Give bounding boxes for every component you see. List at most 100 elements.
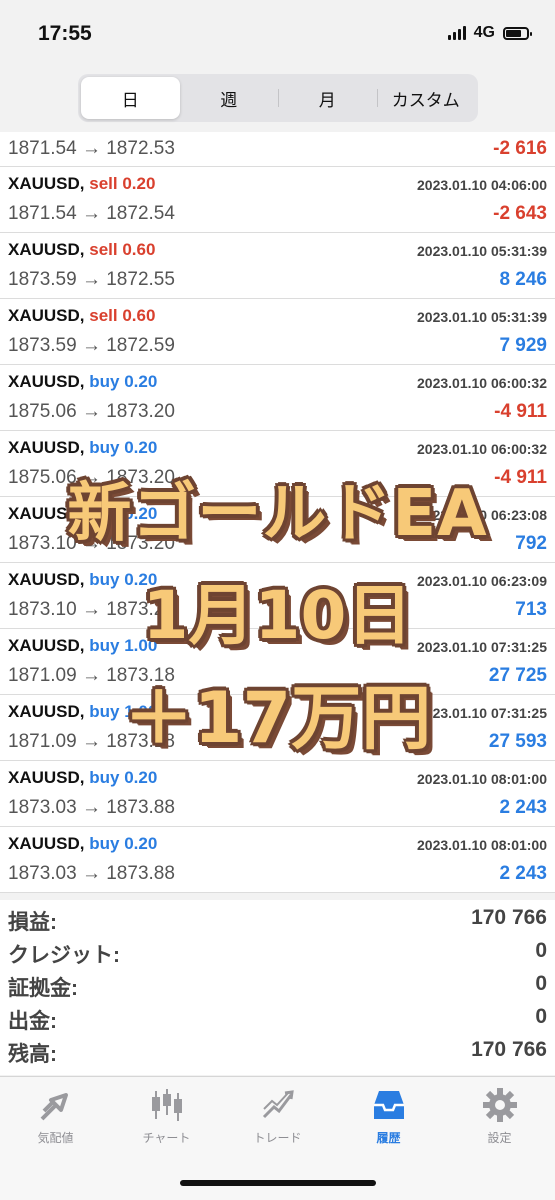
summary-value: 170 766 [471,1038,547,1061]
list-item-partial[interactable]: 1871.54 → 1872.53 -2 616 [0,132,555,167]
deal-symbol: XAUUSD, [8,240,85,259]
status-bar: 17:55 4G [0,0,555,70]
deal-title: XAUUSD, buy 0.20 [8,504,157,524]
list-item[interactable]: XAUUSD, buy 0.20 2023.01.10 06:23:09 1873.… [0,563,555,629]
tab-label: 気配値 [37,1131,74,1145]
deal-pnl: 27 725 [488,665,547,686]
summary-label: 損益: [8,911,57,934]
deal-side: sell 0.20 [89,174,156,193]
tab-trade[interactable]: トレード [222,1085,333,1146]
deal-title: XAUUSD, buy 0.20 [8,372,157,392]
deal-pnl: 2 243 [499,863,547,884]
summary-row: 出金: 0 [0,1003,555,1035]
list-item[interactable]: XAUUSD, sell 0.20 2023.01.10 04:06:00 1871… [0,167,555,233]
list-item[interactable]: XAUUSD, sell 0.60 2023.01.10 05:31:39 1873… [0,233,555,299]
deal-title: XAUUSD, buy 0.20 [8,768,157,788]
quotes-arrows-icon [40,1093,68,1121]
deal-pnl: 2 243 [499,797,547,818]
account-summary: 損益: 170 766 クレジット: 0 証拠金: 0 出金: 0 残高: 170 766 [0,900,555,1075]
list-item[interactable]: XAUUSD, buy 0.20 2023.01.10 06:23:08 1873.… [0,497,555,563]
deal-prices: 1871.09 → 1873.18 [8,665,175,686]
deal-title: XAUUSD, buy 0.20 [8,834,157,854]
list-item[interactable]: XAUUSD, buy 0.20 2023.01.10 08:01:00 1873.… [0,827,555,893]
list-item[interactable]: XAUUSD, buy 1.00 2023.01.10 07:31:25 1871.… [0,695,555,761]
summary-label: クレジット: [8,944,120,967]
summary-value: 0 [535,972,547,995]
deal-symbol: XAUUSD, [8,504,85,523]
tab-custom[interactable]: カスタム [376,77,476,119]
summary-row: クレジット: 0 [0,937,555,969]
deal-prices: 1873.10 → 1873.20 [8,533,175,554]
summary-value: 170 766 [471,906,547,929]
period-segmented-control: 日 週 月 カスタム [78,74,478,122]
list-item[interactable]: XAUUSD, buy 0.20 2023.01.10 08:01:00 1873.… [0,761,555,827]
tab-history[interactable]: 履歴 [333,1085,444,1146]
deal-prices: 1871.09 → 1873.18 [8,731,175,752]
deal-title: XAUUSD, buy 1.00 [8,636,157,656]
list-item[interactable]: XAUUSD, buy 1.00 2023.01.10 07:31:25 1871.… [0,629,555,695]
summary-label: 残高: [8,1043,57,1066]
deal-datetime: 2023.01.10 07:31:25 [417,705,547,721]
deal-side: buy 0.20 [89,504,158,523]
deal-symbol: XAUUSD, [8,570,85,589]
deal-pnl: -2 616 [493,138,547,159]
deal-symbol: XAUUSD, [8,702,85,721]
deal-datetime: 2023.01.10 06:23:08 [417,507,547,523]
list-item[interactable]: XAUUSD, buy 0.20 2023.01.10 06:00:32 1875.… [0,365,555,431]
deal-title: XAUUSD, sell 0.60 [8,306,155,326]
tab-label: 設定 [487,1131,512,1145]
deal-side: buy 0.20 [89,768,158,787]
deal-datetime: 2023.01.10 06:23:09 [417,573,547,589]
deal-title: XAUUSD, buy 1.00 [8,702,157,722]
tab-quotes[interactable]: 気配値 [0,1085,111,1146]
candlestick-chart-icon [151,1089,182,1121]
list-item[interactable]: XAUUSD, buy 0.20 2023.01.10 06:00:32 1875.… [0,431,555,497]
status-time: 17:55 [38,22,92,45]
deal-datetime: 2023.01.10 04:06:00 [417,177,547,193]
deal-prices: 1873.03 → 1873.88 [8,797,175,818]
deal-datetime: 2023.01.10 06:00:32 [417,375,547,391]
deal-list: 1871.54 → 1872.53 -2 616 XAUUSD, sell 0.… [0,132,555,893]
deal-symbol: XAUUSD, [8,174,85,193]
tab-week[interactable]: 週 [180,77,279,119]
tab-settings[interactable]: 設定 [444,1085,555,1146]
deal-datetime: 2023.01.10 08:01:00 [417,837,547,853]
tab-day[interactable]: 日 [81,77,180,119]
deal-prices: 1875.06 → 1873.20 [8,401,175,422]
deal-pnl: 8 246 [499,269,547,290]
home-indicator[interactable] [180,1180,376,1186]
deal-side: buy 1.00 [89,702,158,721]
deal-pnl: -2 643 [493,203,547,224]
deal-side: buy 0.20 [89,372,158,391]
list-item[interactable]: XAUUSD, sell 0.60 2023.01.10 05:31:39 1873… [0,299,555,365]
trade-chart-icon [262,1090,294,1119]
deal-prices: 1873.59 → 1872.55 [8,269,175,290]
signal-icon [447,26,466,40]
history-inbox-icon [373,1091,404,1119]
deal-title: XAUUSD, sell 0.60 [8,240,155,260]
deal-pnl: 27 593 [488,731,547,752]
deal-datetime: 2023.01.10 08:01:00 [417,771,547,787]
tab-month[interactable]: 月 [278,77,377,119]
deal-side: sell 0.60 [89,306,156,325]
deal-symbol: XAUUSD, [8,636,85,655]
deal-pnl: -4 911 [494,467,547,488]
tab-label: トレード [253,1131,302,1145]
network-label: 4G [473,24,495,41]
summary-row: 残高: 170 766 [0,1036,555,1068]
deal-side: buy 0.20 [89,570,158,589]
deal-symbol: XAUUSD, [8,438,85,457]
deal-symbol: XAUUSD, [8,372,85,391]
deal-prices: 1871.54 → 1872.53 [8,138,175,159]
tab-label: 履歴 [376,1131,401,1145]
battery-icon [503,26,532,40]
tab-label: チャート [142,1131,191,1145]
deal-title: XAUUSD, sell 0.20 [8,174,155,194]
deal-symbol: XAUUSD, [8,834,85,853]
tab-chart[interactable]: チャート [111,1085,222,1146]
summary-row: 損益: 170 766 [0,904,555,936]
deal-prices: 1873.10 → 1873.20 [8,599,175,620]
deal-datetime: 2023.01.10 07:31:25 [417,639,547,655]
deal-pnl: 792 [515,533,547,554]
deal-datetime: 2023.01.10 05:31:39 [417,243,547,259]
